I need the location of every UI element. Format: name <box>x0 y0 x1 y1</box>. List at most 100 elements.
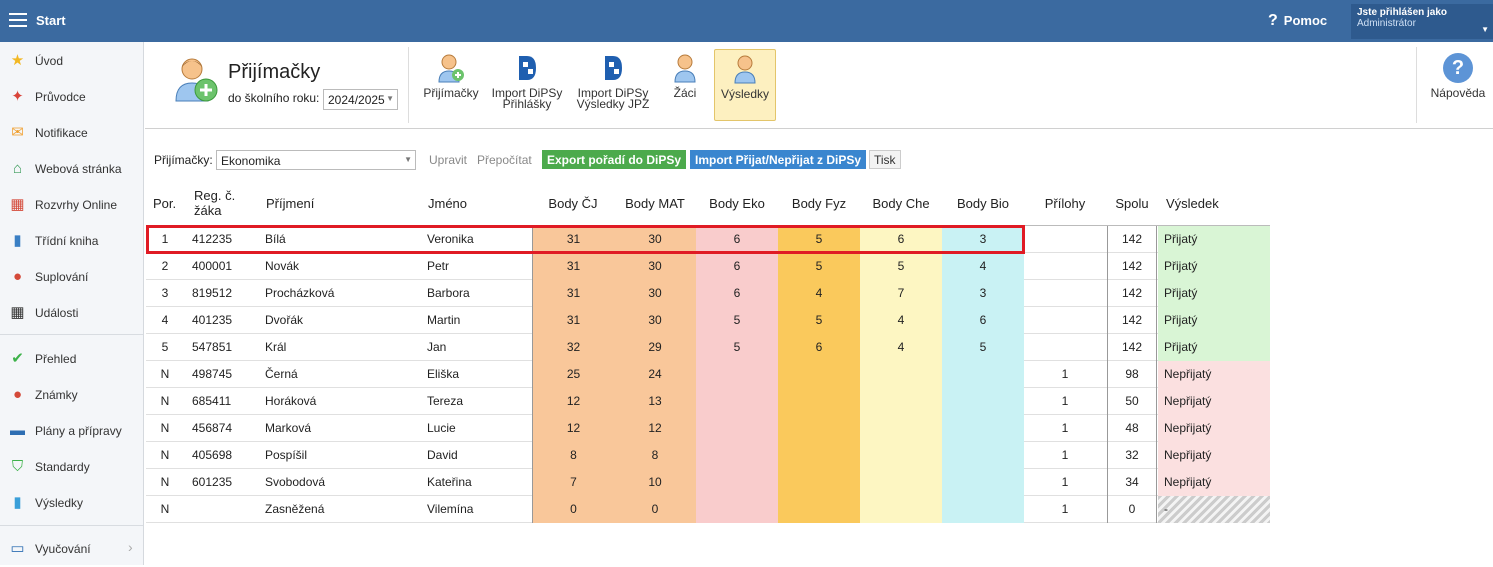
page-title: Přijímačky <box>228 61 321 83</box>
star-icon: ★ <box>10 52 25 69</box>
cell-fyz <box>778 469 860 496</box>
sidebar-item-3[interactable]: ✉ Notifikace <box>0 115 143 151</box>
sidebar-item-8[interactable]: ▦ Události <box>0 295 143 331</box>
chevron-down-icon: ▼ <box>1481 25 1489 34</box>
dipsy-icon <box>605 56 622 80</box>
check-circle-icon: ✔ <box>11 350 24 367</box>
import-dipsy-applications-button[interactable]: Import DiPSy Přihlášky <box>488 49 566 121</box>
cell-eko <box>696 442 778 469</box>
sidebar-item-9[interactable]: ✔ Přehled <box>0 341 143 377</box>
start-link[interactable]: Start <box>36 13 66 28</box>
edit-link[interactable]: Upravit <box>429 153 467 167</box>
cell-fyz: 5 <box>778 253 860 280</box>
sidebar-divider <box>0 525 143 526</box>
table-row[interactable]: 3 819512 Procházková Barbora 31 30 6 4 7 3 142 Přij… <box>146 280 1270 307</box>
export-order-button[interactable]: Export pořadí do DiPSy <box>542 150 687 169</box>
table-row[interactable]: N 685411 Horáková Tereza 12 13 1 50 Nepřijatý <box>146 388 1270 415</box>
cell-prilohy <box>1024 226 1106 253</box>
cell-fyz <box>778 361 860 388</box>
cell-jmeno: Vilemína <box>427 502 474 516</box>
user-menu[interactable]: Jste přihlášen jako Administrátor ▼ <box>1351 4 1493 39</box>
table-row[interactable]: N Zasněžená Vilemína 0 0 1 0- <box>146 496 1270 523</box>
home-icon: ⌂ <box>12 160 23 177</box>
cell-prijmeni: Bílá <box>265 232 286 246</box>
print-button[interactable]: Tisk <box>869 150 901 169</box>
menu-icon[interactable] <box>9 13 27 27</box>
book-icon: ▮ <box>13 232 22 249</box>
cell-fyz: 5 <box>778 307 860 334</box>
cell-fyz <box>778 415 860 442</box>
cell-prijmeni: Zasněžená <box>265 502 325 516</box>
cell-cj: 32 <box>532 334 614 361</box>
sidebar-item-11[interactable]: ▬ Plány a přípravy <box>0 413 143 449</box>
table-row[interactable]: 1 412235 Bílá Veronika 31 30 6 5 6 3 142 Přijatý <box>146 226 1270 253</box>
cell-bio: 5 <box>942 334 1024 361</box>
sidebar-item-label: Plány a přípravy <box>35 424 122 438</box>
year-select[interactable]: 2024/2025 ▼ <box>323 89 398 110</box>
sidebar-item-14[interactable]: ▭ Vyučování <box>0 531 143 567</box>
cell-fyz <box>778 388 860 415</box>
cell-eko <box>696 415 778 442</box>
divider <box>1416 47 1417 123</box>
chevron-down-icon: ▼ <box>386 94 394 103</box>
table-row[interactable]: 5 547851 Král Jan 32 29 5 6 4 5 142 Přijatý <box>146 334 1270 361</box>
import-accepted-button[interactable]: Import Přijat/Nepřijat z DiPSy <box>690 150 867 169</box>
cell-cj: 12 <box>532 415 614 442</box>
admission-value: Ekonomika <box>221 154 281 168</box>
sidebar-item-label: Přehled <box>35 352 77 366</box>
help-button[interactable]: ? Nápověda <box>1428 49 1488 121</box>
filter-label: Přijímačky: <box>154 153 213 167</box>
sidebar-item-10[interactable]: ● Známky <box>0 377 143 413</box>
table-row[interactable]: N 601235 Svobodová Kateřina 7 10 1 34 Nepřijatý <box>146 469 1270 496</box>
cell-bio <box>942 388 1024 415</box>
table-row[interactable]: N 405698 Pospíšil David 8 8 1 32 Nepřijatý <box>146 442 1270 469</box>
table-row[interactable]: 2 400001 Novák Petr 31 30 6 5 5 4 142 Přijatý <box>146 253 1270 280</box>
cell-vysledek: Nepřijatý <box>1158 442 1270 469</box>
table-row[interactable]: N 456874 Marková Lucie 12 12 1 48 Nepřijatý <box>146 415 1270 442</box>
cell-reg: 819512 <box>192 286 233 300</box>
cell-bio: 4 <box>942 253 1024 280</box>
sidebar-item-5[interactable]: ▦ Rozvrhy Online <box>0 187 143 223</box>
cell-bio: 6 <box>942 307 1024 334</box>
sidebar-item-7[interactable]: ● Suplování <box>0 259 143 295</box>
cell-eko <box>696 361 778 388</box>
sidebar-item-1[interactable]: ★ Úvod <box>0 43 143 79</box>
sidebar-item-13[interactable]: ▮ Výsledky <box>0 485 143 521</box>
admissions-button[interactable]: Přijímačky <box>420 49 482 121</box>
admission-select[interactable]: Ekonomika ▼ <box>216 150 416 170</box>
cell-reg: 405698 <box>192 448 233 462</box>
cell-mat: 30 <box>614 253 696 280</box>
cell-por: N <box>160 475 170 489</box>
wand-icon: ✦ <box>11 88 24 105</box>
briefcase-icon: ▬ <box>10 422 25 439</box>
cell-eko: 6 <box>696 226 778 253</box>
cell-bio <box>942 415 1024 442</box>
chevron-down-icon: ▼ <box>404 155 412 164</box>
results-button[interactable]: Výsledky <box>714 49 776 121</box>
cell-eko <box>696 388 778 415</box>
calendar-dark-icon: ▦ <box>10 304 25 321</box>
import-dipsy-results-button[interactable]: Import DiPSy Výsledky JPZ <box>573 49 653 121</box>
ribbon: Přijímačky do školního roku: 2024/2025 ▼ … <box>145 43 1493 129</box>
cell-por: 4 <box>161 313 169 327</box>
cell-jmeno: Eliška <box>427 367 460 381</box>
cell-prilohy: 1 <box>1061 475 1069 489</box>
sidebar-item-12[interactable]: ⛉ Standardy <box>0 449 143 485</box>
cell-che: 4 <box>860 307 942 334</box>
sidebar-item-label: Třídní kniha <box>35 234 99 248</box>
cell-bio <box>942 361 1024 388</box>
import-dipsy-sub-label: Výsledky JPZ <box>576 97 650 111</box>
bar-chart-icon: ▮ <box>13 494 22 511</box>
help-link[interactable]: ? Pomoc <box>1268 12 1327 30</box>
table-row[interactable]: N 498745 Černá Eliška 25 24 1 98 Nepřijatý <box>146 361 1270 388</box>
sidebar-item-4[interactable]: ⌂ Webová stránka <box>0 151 143 187</box>
sidebar-item-6[interactable]: ▮ Třídní kniha <box>0 223 143 259</box>
cell-cj: 12 <box>532 388 614 415</box>
table-row[interactable]: 4 401235 Dvořák Martin 31 30 5 5 4 6 142 Přijatý <box>146 307 1270 334</box>
students-button[interactable]: Žáci <box>665 49 705 121</box>
recalculate-link[interactable]: Přepočítat <box>477 153 532 167</box>
cell-cj: 31 <box>532 280 614 307</box>
cell-prilohy: 1 <box>1061 394 1069 408</box>
sidebar-item-2[interactable]: ✦ Průvodce <box>0 79 143 115</box>
cell-vysledek: Nepřijatý <box>1158 388 1270 415</box>
